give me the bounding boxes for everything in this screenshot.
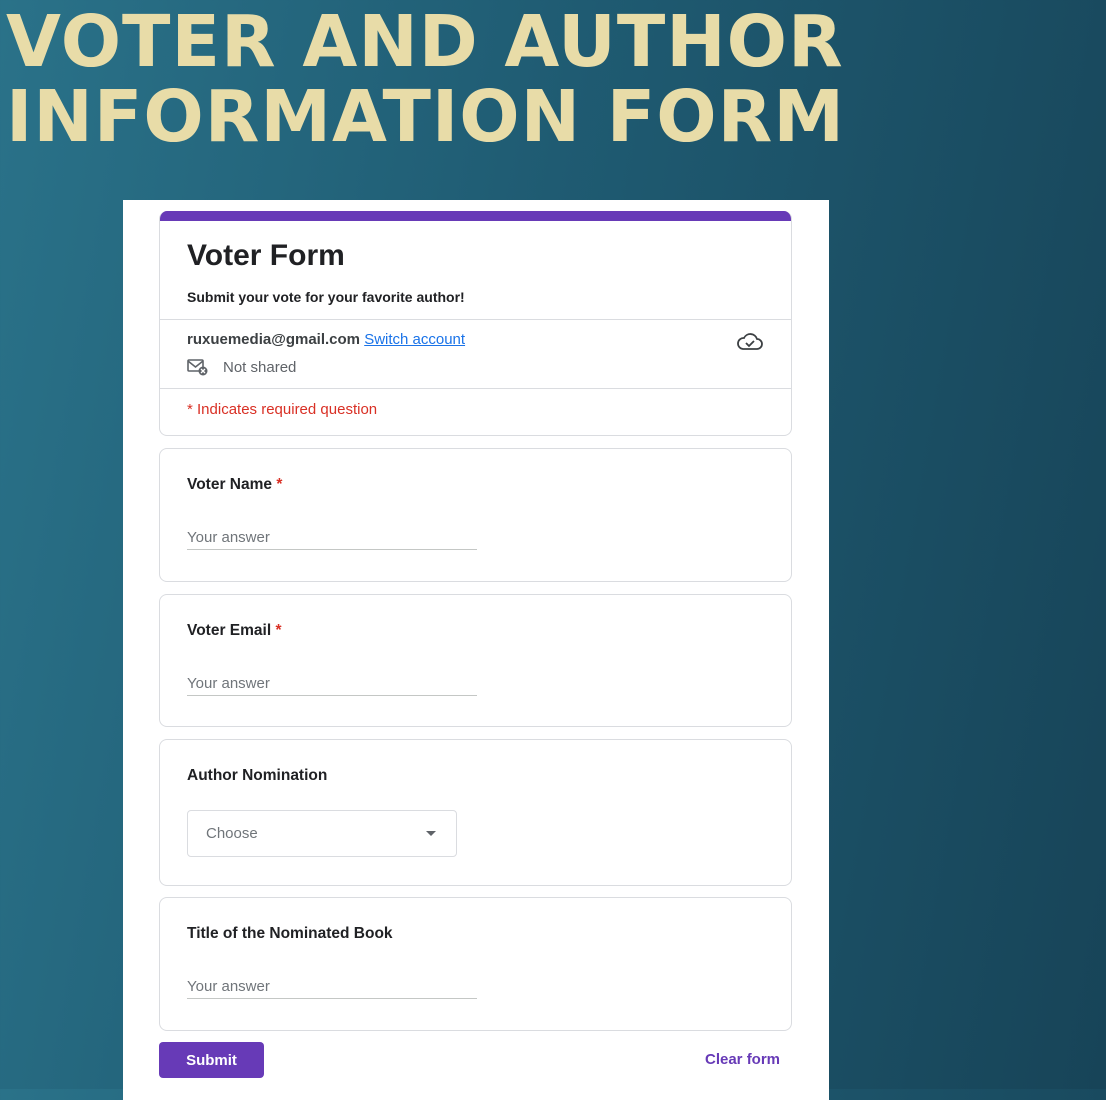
question-label-text: Voter Name	[187, 476, 272, 493]
banner-title: VOTER AND AUTHOR INFORMATION FORM	[6, 4, 845, 154]
question-card-author-nomination: Author Nomination Choose	[159, 739, 792, 886]
question-label: Voter Name *	[187, 476, 282, 494]
voter-email-input[interactable]	[187, 671, 477, 696]
form-title: Voter Form	[187, 239, 345, 272]
switch-account-link[interactable]: Switch account	[364, 331, 465, 348]
account-divider	[160, 388, 791, 389]
dropdown-value: Choose	[206, 825, 258, 842]
submit-button[interactable]: Submit	[159, 1042, 264, 1078]
question-label: Title of the Nominated Book	[187, 925, 393, 943]
form-header-card: Voter Form Submit your vote for your fav…	[159, 211, 792, 436]
account-email: ruxuemedia@gmail.com	[187, 331, 361, 348]
clear-form-button[interactable]: Clear form	[705, 1051, 780, 1068]
not-shared-row: Not shared	[187, 358, 296, 376]
not-shared-label: Not shared	[223, 358, 297, 376]
book-title-input[interactable]	[187, 974, 477, 999]
banner-title-line-1: VOTER AND AUTHOR	[6, 0, 844, 83]
form-description: Submit your vote for your favorite autho…	[187, 289, 465, 305]
question-card-book-title: Title of the Nominated Book	[159, 897, 792, 1031]
cloud-saved-icon[interactable]	[736, 331, 764, 353]
required-asterisk: *	[276, 476, 283, 493]
mail-not-shared-icon	[187, 359, 208, 376]
header-accent-bar	[160, 211, 791, 221]
question-label-text: Voter Email	[187, 622, 272, 639]
form-panel: Voter Form Submit your vote for your fav…	[123, 200, 829, 1100]
banner-title-line-2: INFORMATION FORM	[6, 75, 845, 158]
dropdown-caret-icon	[426, 831, 436, 836]
question-label-text: Author Nomination	[187, 767, 328, 784]
header-divider	[160, 319, 791, 320]
question-label-text: Title of the Nominated Book	[187, 925, 393, 942]
account-row: ruxuemedia@gmail.com Switch account	[187, 331, 465, 348]
required-note: * Indicates required question	[187, 401, 378, 418]
question-label: Voter Email *	[187, 622, 282, 640]
question-card-voter-name: Voter Name *	[159, 448, 792, 582]
voter-name-input[interactable]	[187, 525, 477, 550]
question-label: Author Nomination	[187, 767, 327, 785]
required-asterisk: *	[275, 622, 282, 639]
question-card-voter-email: Voter Email *	[159, 594, 792, 727]
author-nomination-dropdown[interactable]: Choose	[187, 810, 457, 857]
